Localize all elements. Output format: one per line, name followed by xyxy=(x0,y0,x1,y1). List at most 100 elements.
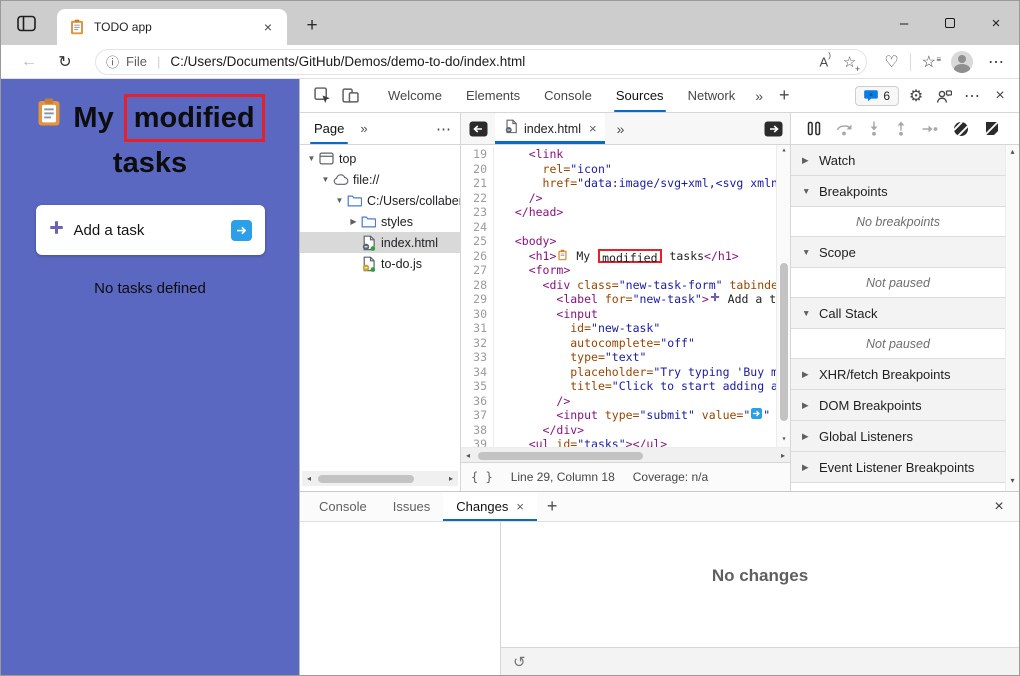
inspect-element-icon[interactable] xyxy=(310,84,334,108)
line-number[interactable]: 23 xyxy=(461,205,494,220)
line-number[interactable]: 25 xyxy=(461,234,494,249)
sidebar-vertical-scrollbar[interactable]: ▴ ▾ xyxy=(1005,145,1019,491)
scrollbar-thumb[interactable] xyxy=(318,475,414,483)
expander-icon[interactable]: ▶ xyxy=(347,217,360,226)
line-number[interactable]: 21 xyxy=(461,176,494,191)
sidebar-section-scope[interactable]: ▼Scope xyxy=(791,237,1005,268)
sidebar-section-global-listeners[interactable]: ▶Global Listeners xyxy=(791,421,1005,452)
code-line-19[interactable]: 19 <link xyxy=(461,147,776,162)
line-number[interactable]: 22 xyxy=(461,191,494,206)
scroll-down-icon[interactable]: ▾ xyxy=(1006,476,1019,489)
submit-task-button[interactable] xyxy=(231,220,252,241)
expander-icon[interactable]: ▼ xyxy=(305,154,318,163)
site-info-icon[interactable]: ⓘ xyxy=(106,52,119,71)
line-number[interactable]: 31 xyxy=(461,321,494,336)
add-task-field[interactable]: Add a task xyxy=(36,205,265,255)
tree-item-top[interactable]: ▼ top xyxy=(300,148,460,169)
sidebar-section-breakpoints[interactable]: ▼Breakpoints xyxy=(791,176,1005,207)
line-number[interactable]: 39 xyxy=(461,437,494,447)
coverage-status[interactable]: Coverage: n/a xyxy=(633,470,708,484)
back-icon[interactable]: ← xyxy=(15,49,43,75)
code-line-38[interactable]: 38 </div> xyxy=(461,423,776,438)
add-drawer-tab-icon[interactable]: + xyxy=(537,496,568,517)
window-close-button[interactable]: × xyxy=(973,1,1019,45)
code-line-35[interactable]: 35 title="Click to start adding a xyxy=(461,379,776,394)
code-line-29[interactable]: 29 <label for="new-task"> Add a ta xyxy=(461,292,776,307)
drawer-tab-changes[interactable]: Changes × xyxy=(443,492,537,521)
code-line-31[interactable]: 31 id="new-task" xyxy=(461,321,776,336)
sidebar-section-watch[interactable]: ▶Watch xyxy=(791,145,1005,176)
tab-close-icon[interactable]: × xyxy=(259,18,277,36)
code-line-28[interactable]: 28 <div class="new-task-form" tabindex xyxy=(461,278,776,293)
code-line-25[interactable]: 25 <body> xyxy=(461,234,776,249)
navigator-tab-page[interactable]: Page xyxy=(308,113,350,144)
line-number[interactable]: 20 xyxy=(461,162,494,177)
tab-welcome[interactable]: Welcome xyxy=(376,79,454,112)
line-number[interactable]: 28 xyxy=(461,278,494,293)
open-file-icon[interactable] xyxy=(762,120,784,138)
add-devtools-tab-icon[interactable]: + xyxy=(771,85,798,106)
code-line-24[interactable]: 24 xyxy=(461,220,776,235)
line-number[interactable]: 36 xyxy=(461,394,494,409)
settings-gear-icon[interactable]: ⚙ xyxy=(905,85,927,107)
code-line-33[interactable]: 33 type="text" xyxy=(461,350,776,365)
step-icon[interactable] xyxy=(922,124,938,134)
drawer-tab-close-icon[interactable]: × xyxy=(516,499,524,514)
editor-tab-index-html[interactable]: index.html × xyxy=(495,113,605,144)
step-over-icon[interactable] xyxy=(836,122,853,136)
code-line-34[interactable]: 34 placeholder="Try typing 'Buy mi xyxy=(461,365,776,380)
tree-item-styles-folder[interactable]: ▶ styles xyxy=(300,211,460,232)
line-number[interactable]: 32 xyxy=(461,336,494,351)
devtools-menu-icon[interactable]: ⋯ xyxy=(961,85,983,107)
scroll-up-icon[interactable]: ▴ xyxy=(777,145,790,158)
scroll-right-icon[interactable]: ▸ xyxy=(776,451,790,460)
tree-item-index-html[interactable]: index.html xyxy=(300,232,460,253)
scrollbar-thumb[interactable] xyxy=(478,452,643,460)
code-line-23[interactable]: 23 </head> xyxy=(461,205,776,220)
device-emulation-icon[interactable] xyxy=(338,84,362,108)
drawer-tab-issues[interactable]: Issues xyxy=(380,492,444,521)
code-line-22[interactable]: 22 /> xyxy=(461,191,776,206)
devtools-close-icon[interactable]: × xyxy=(989,85,1011,107)
navigator-horizontal-scrollbar[interactable]: ◂ ▸ xyxy=(302,471,458,486)
pause-script-icon[interactable] xyxy=(807,121,821,136)
scroll-down-icon[interactable]: ▾ xyxy=(777,434,790,447)
tab-sources[interactable]: Sources xyxy=(604,79,676,112)
revert-changes-icon[interactable]: ↺ xyxy=(513,653,526,671)
drawer-close-icon[interactable]: × xyxy=(987,498,1011,516)
line-number[interactable]: 27 xyxy=(461,263,494,278)
tab-console[interactable]: Console xyxy=(532,79,604,112)
sidebar-section-dom-breakpoints[interactable]: ▶DOM Breakpoints xyxy=(791,390,1005,421)
deactivate-breakpoints-icon[interactable] xyxy=(953,121,969,137)
code-line-39[interactable]: 39 <ul id="tasks"></ul> xyxy=(461,437,776,447)
code-line-21[interactable]: 21 href="data:image/svg+xml,<svg xmlns xyxy=(461,176,776,191)
profile-avatar[interactable] xyxy=(951,51,973,73)
step-out-icon[interactable] xyxy=(895,121,907,136)
browser-essentials-icon[interactable]: ♡ xyxy=(884,52,898,72)
tab-elements[interactable]: Elements xyxy=(454,79,532,112)
line-number[interactable]: 38 xyxy=(461,423,494,438)
url-text[interactable]: C:/Users/Documents/GitHub/Demos/demo-to-… xyxy=(170,54,807,69)
line-number[interactable]: 19 xyxy=(461,147,494,162)
code-line-37[interactable]: 37 <input type="submit" value="" / xyxy=(461,408,776,423)
more-tabs-icon[interactable]: » xyxy=(747,88,771,104)
sidebar-section-call-stack[interactable]: ▼Call Stack xyxy=(791,298,1005,329)
read-aloud-icon[interactable]: A) xyxy=(820,54,831,69)
line-number[interactable]: 33 xyxy=(461,350,494,365)
expander-icon[interactable]: ▼ xyxy=(333,196,346,205)
line-number[interactable]: 29 xyxy=(461,292,494,307)
line-number[interactable]: 37 xyxy=(461,408,494,423)
editor-vertical-scrollbar[interactable]: ▴ ▾ xyxy=(776,145,790,447)
code-line-26[interactable]: 26 <h1> My modified tasks</h1> xyxy=(461,249,776,264)
window-maximize-button[interactable] xyxy=(927,1,973,45)
browser-tab[interactable]: TODO app × xyxy=(57,9,287,45)
drawer-tab-console[interactable]: Console xyxy=(306,492,380,521)
editor-tab-close-icon[interactable]: × xyxy=(589,121,597,136)
copilot-badge-button[interactable]: 6 xyxy=(855,86,899,106)
line-number[interactable]: 26 xyxy=(461,249,494,264)
window-minimize-button[interactable]: – xyxy=(881,1,927,45)
new-tab-button[interactable]: + xyxy=(299,13,325,39)
hide-navigator-icon[interactable] xyxy=(467,120,489,138)
pretty-print-icon[interactable]: { } xyxy=(471,470,493,484)
line-number[interactable]: 34 xyxy=(461,365,494,380)
